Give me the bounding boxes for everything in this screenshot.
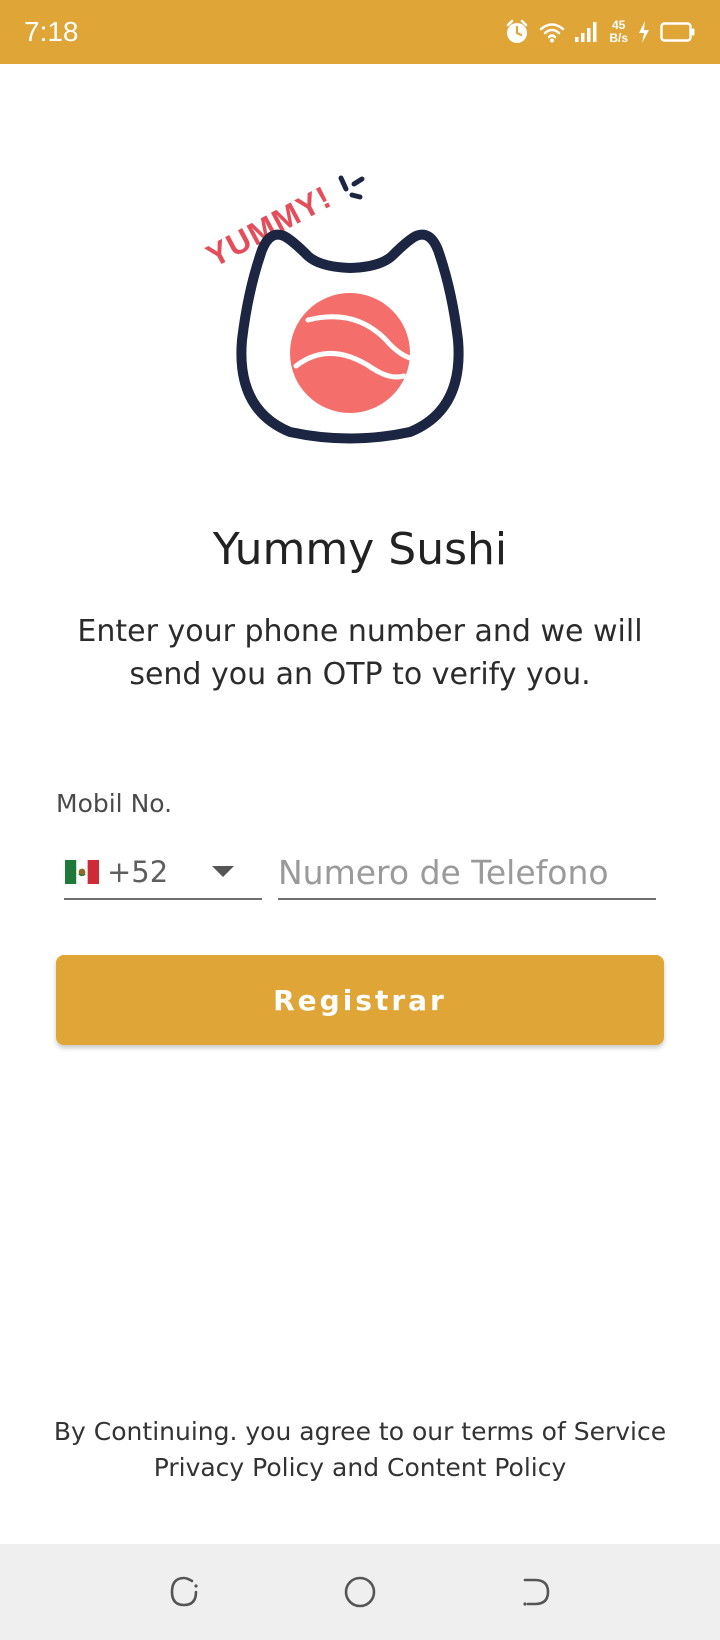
chevron-down-icon[interactable] (212, 866, 234, 877)
charging-icon (639, 21, 649, 43)
home-icon (344, 1576, 376, 1608)
status-icons: 45 B/s (504, 16, 696, 48)
network-speed: 45 B/s (609, 19, 628, 45)
app-subtitle: Enter your phone number and we will send… (77, 614, 643, 692)
logo-splash (338, 175, 365, 200)
terms-text: By Continuing. you agree to our terms of… (20, 1414, 700, 1486)
app-title: Yummy Sushi (212, 524, 508, 575)
mexico-flag-icon (65, 860, 99, 884)
yummy-sushi-logo: YUMMY! (200, 175, 464, 444)
wifi-icon (540, 23, 565, 43)
register-button[interactable]: Registrar (56, 955, 664, 1045)
navigation-bar (0, 1544, 720, 1640)
status-time: 7:18 (24, 16, 79, 47)
terms-line-1: By Continuing. you agree to our terms of… (53, 1417, 667, 1446)
mobile-number-label: Mobil No. (56, 789, 173, 818)
alarm-icon (507, 19, 528, 43)
battery-icon (660, 22, 695, 42)
back-button[interactable] (512, 1568, 560, 1616)
sushi-circle (290, 293, 410, 413)
status-bar: 7:18 45 B/s (0, 0, 720, 64)
signal-icon (575, 22, 597, 42)
recents-icon (170, 1576, 198, 1607)
terms-line-2: Privacy Policy and Content Policy (153, 1453, 567, 1482)
country-code-picker[interactable]: +52 (64, 846, 262, 900)
recents-button[interactable] (160, 1568, 208, 1616)
back-icon (523, 1578, 550, 1606)
network-speed-unit: B/s (609, 31, 628, 45)
country-code: +52 (107, 855, 169, 889)
phone-number-input[interactable] (278, 846, 656, 900)
home-button[interactable] (336, 1568, 384, 1616)
